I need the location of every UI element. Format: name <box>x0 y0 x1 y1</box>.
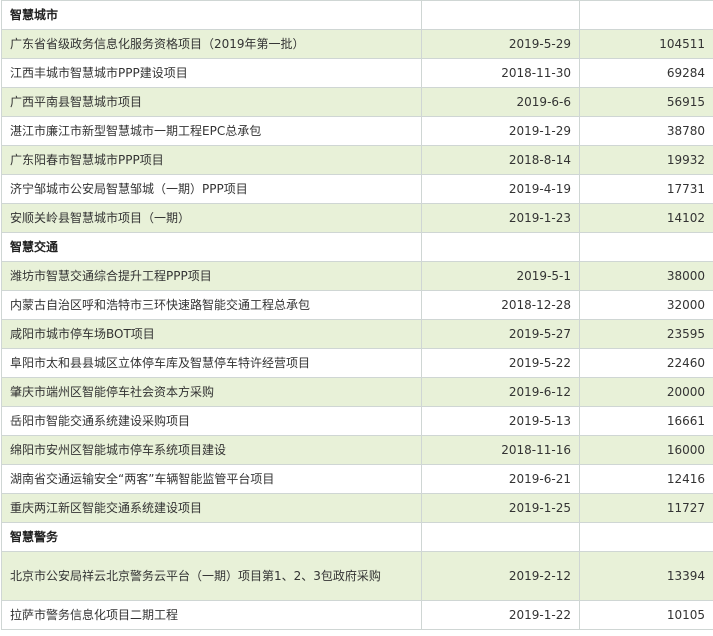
section-title: 智慧城市 <box>1 0 422 30</box>
empty-cell <box>421 232 580 262</box>
project-amount: 12416 <box>579 464 713 494</box>
project-date: 2019-6-12 <box>421 377 580 407</box>
empty-cell <box>579 232 713 262</box>
project-date: 2018-8-14 <box>421 145 580 175</box>
project-name: 肇庆市端州区智能停车社会资本方采购 <box>1 377 422 407</box>
project-date: 2018-12-28 <box>421 290 580 320</box>
project-amount: 20000 <box>579 377 713 407</box>
table-row: 北京市公安局祥云北京警务云平台（一期）项目第1、2、3包政府采购 2019-2-… <box>1 551 713 601</box>
table-row: 湛江市廉江市新型智慧城市一期工程EPC总承包 2019-1-29 38780 <box>1 116 713 146</box>
project-amount: 22460 <box>579 348 713 378</box>
project-date: 2019-5-13 <box>421 406 580 436</box>
project-date: 2019-5-22 <box>421 348 580 378</box>
table-row: 重庆两江新区智能交通系统建设项目 2019-1-25 11727 <box>1 493 713 523</box>
project-amount: 13394 <box>579 551 713 601</box>
project-amount: 56915 <box>579 87 713 117</box>
project-name: 湛江市廉江市新型智慧城市一期工程EPC总承包 <box>1 116 422 146</box>
table-row: 绵阳市安州区智能城市停车系统项目建设 2018-11-16 16000 <box>1 435 713 465</box>
project-name: 绵阳市安州区智能城市停车系统项目建设 <box>1 435 422 465</box>
section-header-smart-transport: 智慧交通 <box>1 232 713 262</box>
project-date: 2019-5-1 <box>421 261 580 291</box>
project-date: 2019-6-21 <box>421 464 580 494</box>
table-row: 咸阳市城市停车场BOT项目 2019-5-27 23595 <box>1 319 713 349</box>
table-row: 潍坊市智慧交通综合提升工程PPP项目 2019-5-1 38000 <box>1 261 713 291</box>
table-row: 安顺关岭县智慧城市项目（一期） 2019-1-23 14102 <box>1 203 713 233</box>
project-amount: 11727 <box>579 493 713 523</box>
project-name: 广东阳春市智慧城市PPP项目 <box>1 145 422 175</box>
project-name: 岳阳市智能交通系统建设采购项目 <box>1 406 422 436</box>
project-name: 广西平南县智慧城市项目 <box>1 87 422 117</box>
project-name: 湖南省交通运输安全“两客”车辆智能监管平台项目 <box>1 464 422 494</box>
empty-cell <box>579 0 713 30</box>
project-amount: 38780 <box>579 116 713 146</box>
project-amount: 16661 <box>579 406 713 436</box>
project-date: 2019-4-19 <box>421 174 580 204</box>
section-header-smart-city: 智慧城市 <box>1 0 713 30</box>
project-date: 2018-11-16 <box>421 435 580 465</box>
project-date: 2019-6-6 <box>421 87 580 117</box>
project-amount: 14102 <box>579 203 713 233</box>
project-name: 咸阳市城市停车场BOT项目 <box>1 319 422 349</box>
project-amount: 32000 <box>579 290 713 320</box>
project-amount: 10105 <box>579 600 713 630</box>
project-date: 2019-1-25 <box>421 493 580 523</box>
empty-cell <box>421 0 580 30</box>
table-row: 广东省省级政务信息化服务资格项目（2019年第一批） 2019-5-29 104… <box>1 29 713 59</box>
section-title: 智慧交通 <box>1 232 422 262</box>
project-amount: 19932 <box>579 145 713 175</box>
table-row: 广西平南县智慧城市项目 2019-6-6 56915 <box>1 87 713 117</box>
table-row: 阜阳市太和县县城区立体停车库及智慧停车特许经营项目 2019-5-22 2246… <box>1 348 713 378</box>
table-row: 岳阳市智能交通系统建设采购项目 2019-5-13 16661 <box>1 406 713 436</box>
project-date: 2019-1-22 <box>421 600 580 630</box>
table-row: 江西丰城市智慧城市PPP建设项目 2018-11-30 69284 <box>1 58 713 88</box>
project-name: 重庆两江新区智能交通系统建设项目 <box>1 493 422 523</box>
project-amount: 23595 <box>579 319 713 349</box>
project-name: 广东省省级政务信息化服务资格项目（2019年第一批） <box>1 29 422 59</box>
project-date: 2019-1-29 <box>421 116 580 146</box>
table-row: 湖南省交通运输安全“两客”车辆智能监管平台项目 2019-6-21 12416 <box>1 464 713 494</box>
project-name: 阜阳市太和县县城区立体停车库及智慧停车特许经营项目 <box>1 348 422 378</box>
project-name: 安顺关岭县智慧城市项目（一期） <box>1 203 422 233</box>
project-amount: 38000 <box>579 261 713 291</box>
empty-cell <box>421 522 580 552</box>
project-name: 江西丰城市智慧城市PPP建设项目 <box>1 58 422 88</box>
project-date: 2019-2-12 <box>421 551 580 601</box>
project-date: 2019-5-29 <box>421 29 580 59</box>
table-row: 内蒙古自治区呼和浩特市三环快速路智能交通工程总承包 2018-12-28 320… <box>1 290 713 320</box>
project-name: 北京市公安局祥云北京警务云平台（一期）项目第1、2、3包政府采购 <box>1 551 422 601</box>
project-amount: 104511 <box>579 29 713 59</box>
project-date: 2018-11-30 <box>421 58 580 88</box>
project-amount: 17731 <box>579 174 713 204</box>
project-table: 智慧城市 广东省省级政务信息化服务资格项目（2019年第一批） 2019-5-2… <box>1 0 713 630</box>
project-date: 2019-1-23 <box>421 203 580 233</box>
section-header-smart-policing: 智慧警务 <box>1 522 713 552</box>
table-row: 肇庆市端州区智能停车社会资本方采购 2019-6-12 20000 <box>1 377 713 407</box>
table-row: 广东阳春市智慧城市PPP项目 2018-8-14 19932 <box>1 145 713 175</box>
project-amount: 69284 <box>579 58 713 88</box>
table-row: 济宁邹城市公安局智慧邹城（一期）PPP项目 2019-4-19 17731 <box>1 174 713 204</box>
section-title: 智慧警务 <box>1 522 422 552</box>
project-name: 内蒙古自治区呼和浩特市三环快速路智能交通工程总承包 <box>1 290 422 320</box>
project-name: 潍坊市智慧交通综合提升工程PPP项目 <box>1 261 422 291</box>
project-date: 2019-5-27 <box>421 319 580 349</box>
empty-cell <box>579 522 713 552</box>
project-name: 拉萨市警务信息化项目二期工程 <box>1 600 422 630</box>
project-amount: 16000 <box>579 435 713 465</box>
project-name: 济宁邹城市公安局智慧邹城（一期）PPP项目 <box>1 174 422 204</box>
table-row: 拉萨市警务信息化项目二期工程 2019-1-22 10105 <box>1 600 713 630</box>
